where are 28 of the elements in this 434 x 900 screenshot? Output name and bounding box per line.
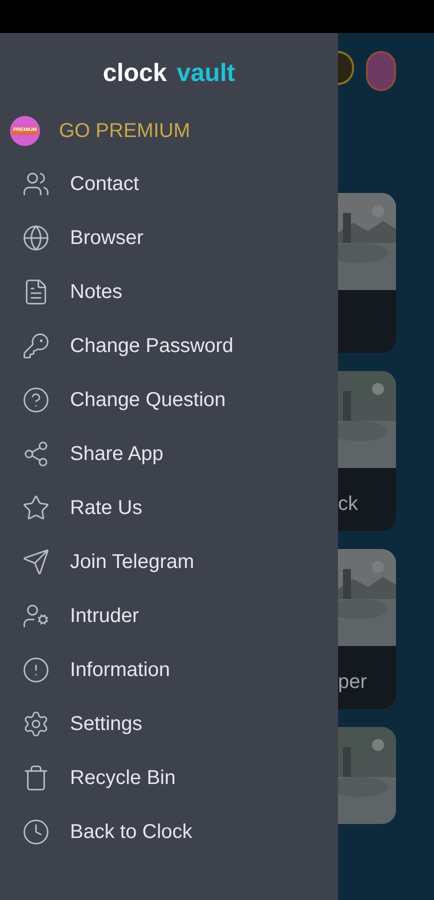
menu-item[interactable]: Change Question xyxy=(0,373,338,427)
trash-icon xyxy=(22,764,50,792)
card-caption: ck xyxy=(338,494,358,514)
menu-item[interactable]: Browser xyxy=(0,211,338,265)
menu-item[interactable]: Join Telegram xyxy=(0,535,338,589)
app-logo: clock vault xyxy=(102,58,236,89)
settings-icon xyxy=(22,710,50,738)
menu-item[interactable]: Contact xyxy=(0,157,338,211)
globe-icon xyxy=(22,224,50,252)
menu-item[interactable]: Rate Us xyxy=(0,481,338,535)
users-icon xyxy=(22,170,50,198)
user-icon xyxy=(22,602,50,630)
menu-item[interactable]: Settings xyxy=(0,697,338,751)
clock-icon xyxy=(22,818,50,846)
paper-plane-icon xyxy=(22,548,50,576)
help-icon xyxy=(22,386,50,414)
menu-item[interactable]: Change Password xyxy=(0,319,338,373)
menu-item[interactable]: Intruder xyxy=(0,589,338,643)
alert-icon xyxy=(22,656,50,684)
menu-item[interactable]: Information xyxy=(0,643,338,697)
menu-item[interactable]: Back to Clock xyxy=(0,805,338,859)
menu-item[interactable]: Share App xyxy=(0,427,338,481)
share-icon xyxy=(22,440,50,468)
menu-item[interactable]: Notes xyxy=(0,265,338,319)
menu-item[interactable]: Recycle Bin xyxy=(0,751,338,805)
card-caption: per xyxy=(338,672,367,692)
key-icon xyxy=(22,332,50,360)
star-icon xyxy=(22,494,50,522)
